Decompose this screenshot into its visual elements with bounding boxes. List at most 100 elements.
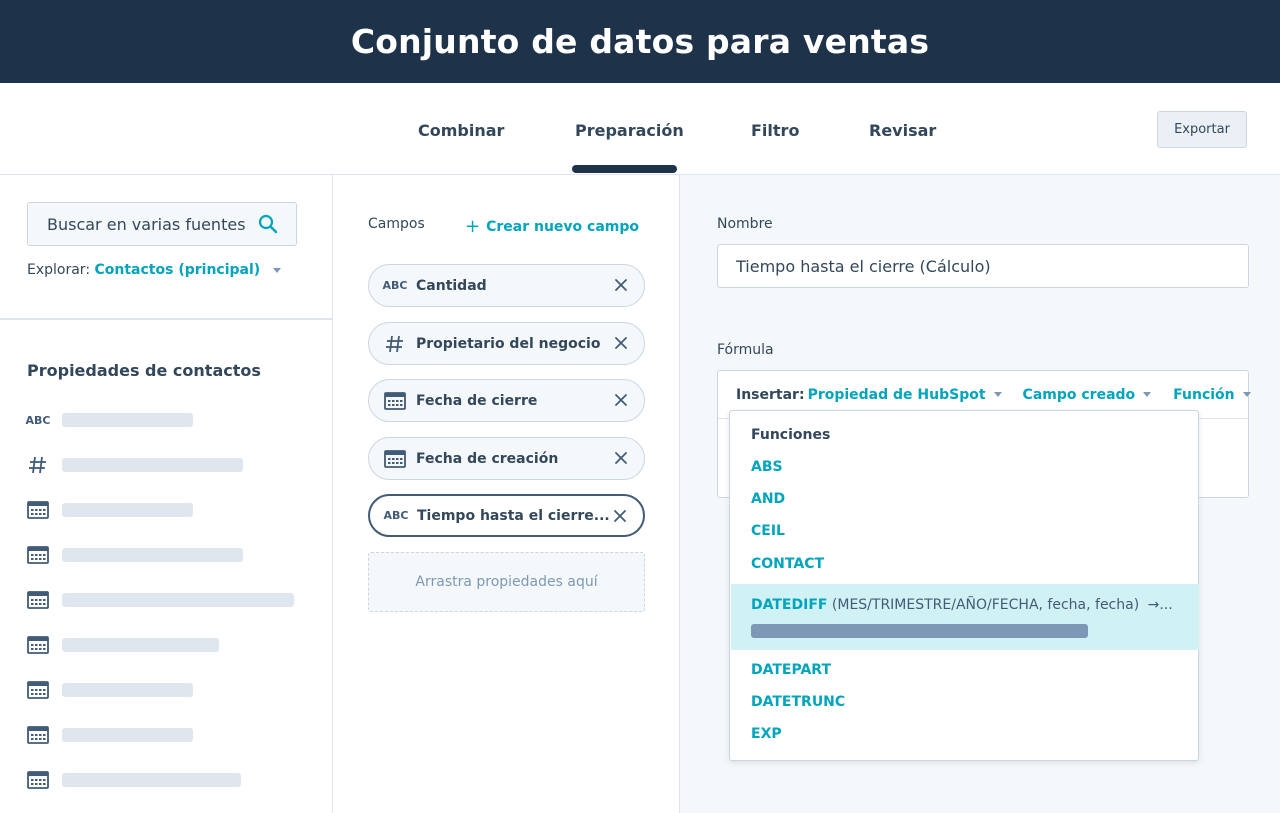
- property-row[interactable]: [26, 544, 243, 566]
- property-row[interactable]: ABC: [25, 409, 193, 431]
- close-icon[interactable]: [611, 507, 629, 525]
- property-row[interactable]: [26, 679, 193, 701]
- tab-revisar[interactable]: Revisar: [869, 121, 936, 140]
- abc-icon: ABC: [383, 509, 409, 522]
- calendar-icon: [382, 449, 408, 468]
- property-row[interactable]: [26, 769, 241, 791]
- property-row[interactable]: [26, 454, 243, 476]
- abc-icon: ABC: [382, 279, 408, 292]
- calendar-icon: [26, 500, 50, 520]
- hash-icon: [382, 334, 408, 354]
- abc-icon: ABC: [25, 413, 51, 427]
- search-input[interactable]: Buscar en varias fuentes: [27, 202, 297, 246]
- menu-item-and[interactable]: AND: [751, 491, 785, 507]
- property-placeholder-bar: [62, 503, 193, 517]
- property-placeholder-bar: [62, 728, 193, 742]
- dropdown-label: Campo creado: [1022, 386, 1136, 403]
- field-pill[interactable]: ABC Cantidad: [368, 264, 645, 307]
- app-header: Conjunto de datos para ventas: [0, 0, 1280, 83]
- caret-down-icon: [993, 392, 1002, 397]
- property-placeholder-bar: [62, 638, 219, 652]
- search-icon[interactable]: [258, 214, 278, 234]
- close-icon[interactable]: [612, 449, 630, 467]
- property-placeholder-bar: [62, 593, 294, 607]
- property-row[interactable]: [26, 724, 193, 746]
- close-icon[interactable]: [612, 334, 630, 352]
- explore-value[interactable]: Contactos (principal): [95, 262, 261, 278]
- create-field-button[interactable]: + Crear nuevo campo: [465, 216, 639, 237]
- caret-down-icon: [272, 267, 281, 273]
- property-placeholder-bar: [62, 683, 193, 697]
- calendar-icon: [26, 770, 50, 790]
- calendar-icon: [26, 590, 50, 610]
- dropdown-label: Función: [1173, 386, 1235, 403]
- formula-label: Fórmula: [717, 342, 774, 358]
- property-placeholder-bar: [62, 548, 243, 562]
- field-label: Tiempo hasta el cierre...: [417, 507, 610, 524]
- active-tab-indicator: [572, 165, 677, 173]
- menu-item-datepart[interactable]: DATEPART: [751, 662, 831, 678]
- menu-item-datediff[interactable]: DATEDIFF (MES/TRIMESTRE/AÑO/FECHA, fecha…: [731, 584, 1199, 650]
- search-placeholder: Buscar en varias fuentes: [47, 214, 246, 234]
- function-args: (MES/TRIMESTRE/AÑO/FECHA, fecha, fecha): [831, 597, 1140, 613]
- tab-preparacion[interactable]: Preparación: [575, 121, 684, 140]
- field-label: Cantidad: [416, 277, 487, 294]
- function-arrow: →...: [1147, 597, 1173, 613]
- created-field-dropdown[interactable]: Campo creado: [1023, 387, 1152, 403]
- calendar-icon: [26, 725, 50, 745]
- explore-label: Explorar:: [27, 262, 91, 278]
- field-pill-selected[interactable]: ABC Tiempo hasta el cierre...: [368, 494, 645, 537]
- create-field-label: Crear nuevo campo: [486, 219, 640, 235]
- tab-combinar[interactable]: Combinar: [418, 121, 504, 140]
- fields-label: Campos: [368, 216, 425, 232]
- source-panel: Buscar en varias fuentes Explorar: Conta…: [0, 175, 333, 813]
- menu-item-contact[interactable]: CONTACT: [751, 556, 824, 572]
- caret-down-icon: [1242, 392, 1251, 397]
- fields-panel: Campos + Crear nuevo campo ABC Cantidad P…: [333, 175, 680, 813]
- field-pill[interactable]: Fecha de cierre: [368, 379, 645, 422]
- insert-label: Insertar:: [736, 386, 805, 403]
- menu-item-datetrunc[interactable]: DATETRUNC: [751, 694, 845, 710]
- calendar-icon: [26, 680, 50, 700]
- description-placeholder-bar: [751, 624, 1088, 638]
- tab-bar: Combinar Preparación Filtro Revisar Expo…: [0, 83, 1280, 175]
- menu-item-exp[interactable]: EXP: [751, 726, 782, 742]
- properties-title: Propiedades de contactos: [27, 361, 261, 380]
- calendar-icon: [26, 635, 50, 655]
- name-label: Nombre: [717, 216, 773, 232]
- name-field[interactable]: Tiempo hasta el cierre (Cálculo): [717, 244, 1249, 288]
- tab-filtro[interactable]: Filtro: [751, 121, 799, 140]
- property-placeholder-bar: [62, 773, 241, 787]
- drop-zone[interactable]: Arrastra propiedades aquí: [368, 552, 645, 612]
- field-label: Fecha de cierre: [416, 392, 538, 409]
- explore-selector[interactable]: Explorar: Contactos (principal): [27, 262, 281, 278]
- caret-down-icon: [1143, 392, 1152, 397]
- plus-icon: +: [465, 216, 481, 237]
- menu-heading: Funciones: [751, 427, 831, 443]
- field-label: Propietario del negocio: [416, 335, 601, 352]
- dropdown-label: Propiedad de HubSpot: [807, 386, 986, 403]
- calendar-icon: [26, 545, 50, 565]
- property-row[interactable]: [26, 499, 193, 521]
- page-title: Conjunto de datos para ventas: [350, 22, 930, 61]
- divider: [0, 318, 333, 320]
- function-signature: DATEDIFF (MES/TRIMESTRE/AÑO/FECHA, fecha…: [751, 597, 1173, 613]
- export-button[interactable]: Exportar: [1157, 111, 1247, 148]
- field-pill[interactable]: Fecha de creación: [368, 437, 645, 480]
- property-row[interactable]: [26, 634, 219, 656]
- field-label: Fecha de creación: [416, 450, 559, 467]
- field-pill[interactable]: Propietario del negocio: [368, 322, 645, 365]
- property-row[interactable]: [26, 589, 294, 611]
- calendar-icon: [382, 391, 408, 410]
- property-placeholder-bar: [62, 413, 193, 427]
- function-dropdown[interactable]: Función: [1173, 386, 1251, 403]
- hubspot-property-dropdown[interactable]: Propiedad de HubSpot: [808, 387, 1002, 403]
- close-icon[interactable]: [612, 391, 630, 409]
- menu-item-abs[interactable]: ABS: [751, 459, 783, 475]
- close-icon[interactable]: [612, 276, 630, 294]
- hash-icon: [26, 455, 50, 475]
- functions-menu: Funciones ABS AND CEIL CONTACT DATEDIFF …: [729, 410, 1199, 761]
- property-placeholder-bar: [62, 458, 243, 472]
- menu-item-ceil[interactable]: CEIL: [751, 523, 785, 539]
- function-name: DATEDIFF: [751, 597, 828, 613]
